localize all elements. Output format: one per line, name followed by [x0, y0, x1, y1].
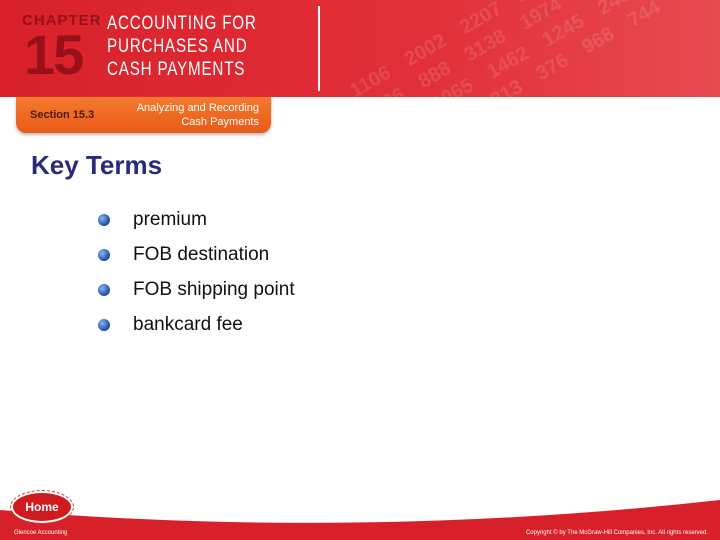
bullet-icon — [98, 249, 110, 261]
term: FOB destination — [133, 244, 270, 265]
chapter-title-line: ACCOUNTING FOR — [107, 13, 257, 34]
term: bankcard fee — [133, 314, 243, 335]
term: FOB shipping point — [133, 279, 295, 300]
key-terms-list: premium FOB destination FOB shipping poi… — [98, 207, 295, 347]
list-item: bankcard fee — [98, 312, 295, 347]
list-item: FOB shipping point — [98, 277, 295, 312]
list-item: FOB destination — [98, 242, 295, 277]
bullet-icon — [98, 284, 110, 296]
section-tab: Section 15.3 Analyzing and Recording Cas… — [16, 97, 271, 133]
list-item: premium — [98, 207, 295, 242]
chapter-title-line: PURCHASES AND — [107, 36, 248, 57]
chapter-number: 15 — [24, 23, 84, 86]
chapter-title-line: CASH PAYMENTS — [107, 59, 246, 80]
chapter-banner: 972 1106 2002 2207 1650 2313 700 845 123… — [0, 0, 720, 97]
background-numbers: 972 1106 2002 2207 1650 2313 700 845 123… — [299, 0, 720, 97]
bullet-icon — [98, 319, 110, 331]
home-button[interactable]: Home — [10, 490, 74, 524]
divider — [318, 6, 320, 91]
term: premium — [133, 209, 207, 230]
bullet-icon — [98, 214, 110, 226]
section-title-line: Cash Payments — [181, 116, 259, 128]
section-label: Section 15.3 — [30, 109, 95, 121]
page-title: Key Terms — [31, 150, 163, 180]
copyright-text: Copyright © by The McGraw-Hill Companies… — [525, 530, 708, 536]
section-title: Analyzing and Recording Cash Payments — [137, 101, 259, 129]
section-title-line: Analyzing and Recording — [136, 102, 259, 114]
chapter-title: ACCOUNTING FOR PURCHASES AND CASH PAYMEN… — [107, 12, 257, 81]
footer-left-text: Glencoe Accounting — [14, 530, 68, 536]
